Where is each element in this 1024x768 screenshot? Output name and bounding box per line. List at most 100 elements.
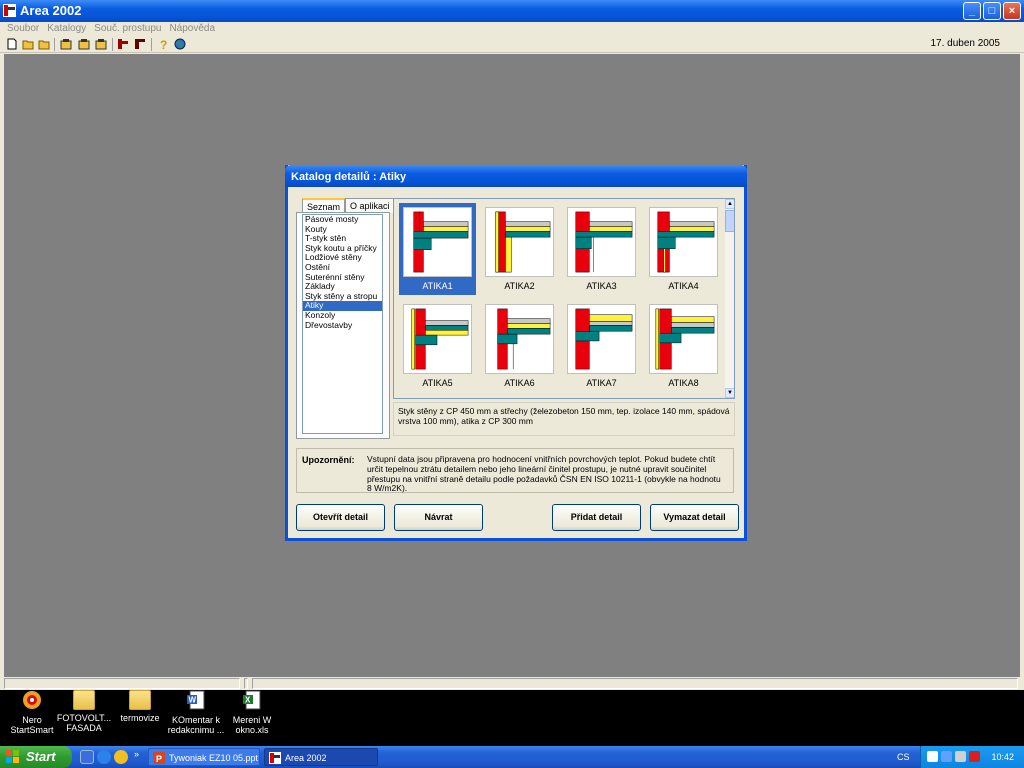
scroll-thumb[interactable]	[725, 210, 734, 232]
current-date: 17. duben 2005	[930, 38, 1000, 49]
desktop-icon-label: termovize	[120, 713, 160, 723]
desktop-icon-mereni[interactable]: X Mereni W okno.xls	[220, 690, 284, 735]
menu-napoveda[interactable]: Nápověda	[166, 22, 220, 36]
catalog-icon[interactable]	[60, 38, 72, 50]
media-player-icon[interactable]	[114, 750, 128, 764]
detail-drawing-icon	[649, 304, 718, 374]
detail-thumb-atika4[interactable]: ATIKA4	[645, 203, 722, 295]
catalog2-icon[interactable]	[78, 38, 90, 50]
tray-ati-icon[interactable]	[969, 751, 980, 762]
detail-thumb-atika2[interactable]: ATIKA2	[481, 203, 558, 295]
detail-drawing-icon	[403, 304, 472, 374]
tab-o-aplikaci[interactable]: O aplikaci	[345, 198, 395, 213]
status-pane-2	[244, 678, 248, 689]
word-doc-icon: W	[187, 690, 205, 710]
warning-box: Upozornění: Vstupní data jsou připravena…	[296, 448, 734, 493]
desktop-icon-termovize[interactable]: termovize	[108, 690, 172, 723]
detail-caption: ATIKA3	[586, 281, 617, 291]
detail-red-icon[interactable]	[117, 38, 129, 50]
app-titlebar[interactable]: Area 2002 _ □ ×	[0, 0, 1024, 22]
detail-thumb-atika8[interactable]: ATIKA8	[645, 300, 722, 392]
maximize-button[interactable]: □	[983, 2, 1001, 20]
back-button[interactable]: Návrat	[394, 504, 483, 531]
scroll-up-icon[interactable]: ▲	[725, 199, 734, 209]
svg-text:P: P	[156, 754, 162, 764]
menu-katalogy[interactable]: Katalogy	[44, 22, 91, 36]
tab-seznam[interactable]: Seznam	[302, 198, 346, 213]
clock: 10:42	[991, 752, 1014, 762]
desktop-icon-komentar[interactable]: W KOmentar k redakcnimu ...	[164, 690, 228, 735]
language-indicator[interactable]: CS	[897, 752, 910, 762]
globe-icon[interactable]	[174, 38, 186, 50]
taskbar: Start » P Tywoniak EZ10 05.ppt Area 2002…	[0, 746, 1024, 768]
show-desktop-icon[interactable]	[80, 750, 94, 764]
detail-thumb-atika1[interactable]: ATIKA1	[399, 203, 476, 295]
close-button[interactable]: ×	[1003, 2, 1021, 20]
detail-caption: ATIKA7	[586, 378, 617, 388]
quicklaunch-more-icon[interactable]: »	[134, 749, 139, 759]
status-pane-3	[252, 678, 1018, 689]
nero-icon	[23, 691, 41, 709]
detail-dark-icon[interactable]	[134, 38, 146, 50]
open-detail-button[interactable]: Otevřít detail	[296, 504, 385, 531]
detail-caption: ATIKA2	[504, 281, 535, 291]
desktop-icon-fotovolt[interactable]: FOTOVOLT... FASADA	[52, 690, 116, 733]
folder-icon	[129, 690, 151, 710]
internet-explorer-icon[interactable]	[97, 750, 111, 764]
svg-text:X: X	[245, 696, 251, 705]
tray-volume-icon[interactable]	[955, 751, 966, 762]
detail-thumb-atika6[interactable]: ATIKA6	[481, 300, 558, 392]
category-list[interactable]: Pásové mosty Kouty T-styk stěn Styk kout…	[302, 214, 383, 434]
detail-thumb-atika7[interactable]: ATIKA7	[563, 300, 640, 392]
task-label: Area 2002	[285, 753, 327, 763]
start-label: Start	[26, 749, 56, 764]
scroll-down-icon[interactable]: ▼	[725, 388, 734, 398]
detail-drawing-icon	[567, 207, 636, 277]
open-icon[interactable]	[38, 38, 50, 50]
detail-caption: ATIKA8	[668, 378, 699, 388]
status-pane-1	[4, 678, 240, 689]
new-file-icon[interactable]	[6, 38, 18, 50]
detail-thumbnail-grid: ATIKA1 ATIKA2 ATIKA3 ATIKA4 ATIKA5 ATIKA…	[393, 198, 735, 399]
detail-drawing-icon	[649, 207, 718, 277]
start-button[interactable]: Start	[0, 746, 72, 768]
windows-flag-icon	[6, 750, 19, 763]
desktop-icon-label: FOTOVOLT... FASADA	[56, 713, 112, 733]
statusbar	[0, 677, 1024, 690]
warning-label: Upozornění:	[302, 455, 355, 465]
excel-doc-icon: X	[243, 690, 261, 710]
detail-caption: ATIKA5	[422, 378, 453, 388]
category-panel: Pásové mosty Kouty T-styk stěn Styk kout…	[296, 212, 390, 439]
tray-network-icon[interactable]	[927, 751, 938, 762]
powerpoint-icon: P	[153, 752, 165, 764]
tray-update-icon[interactable]	[941, 751, 952, 762]
folder-icon	[73, 690, 95, 710]
toolbar: ? 17. duben 2005	[0, 36, 1024, 53]
svg-text:?: ?	[160, 38, 167, 50]
minimize-button[interactable]: _	[963, 2, 981, 20]
task-area2002[interactable]: Area 2002	[264, 748, 378, 766]
catalog-dialog: Katalog detailů : Atiky Seznam O aplikac…	[285, 165, 747, 541]
menu-souc-prostupu[interactable]: Souč. prostupu	[91, 22, 166, 36]
svg-text:W: W	[189, 696, 197, 705]
menu-soubor[interactable]: Soubor	[4, 22, 44, 36]
app-window: Area 2002 _ □ × Soubor Katalogy Souč. pr…	[0, 0, 1024, 690]
desktop-icon-label: KOmentar k redakcnimu ...	[167, 715, 225, 735]
list-item[interactable]: Dřevostavby	[303, 320, 382, 331]
detail-caption: ATIKA4	[668, 281, 699, 291]
delete-detail-button[interactable]: Vymazat detail	[650, 504, 739, 531]
task-tywoniak[interactable]: P Tywoniak EZ10 05.ppt	[148, 748, 260, 766]
open-folder-icon[interactable]	[22, 38, 34, 50]
catalog3-icon[interactable]	[95, 38, 107, 50]
add-detail-button[interactable]: Přidat detail	[552, 504, 641, 531]
help-question-icon[interactable]: ?	[157, 38, 169, 50]
system-tray: CS 10:42	[897, 746, 1024, 768]
dialog-title[interactable]: Katalog detailů : Atiky	[285, 165, 747, 187]
detail-drawing-icon	[485, 207, 554, 277]
detail-caption: ATIKA6	[504, 378, 535, 388]
detail-drawing-icon	[485, 304, 554, 374]
app-title: Area 2002	[20, 3, 82, 18]
detail-thumb-atika3[interactable]: ATIKA3	[563, 203, 640, 295]
detail-thumb-atika5[interactable]: ATIKA5	[399, 300, 476, 392]
thumb-scrollbar[interactable]: ▲ ▼	[725, 199, 734, 398]
